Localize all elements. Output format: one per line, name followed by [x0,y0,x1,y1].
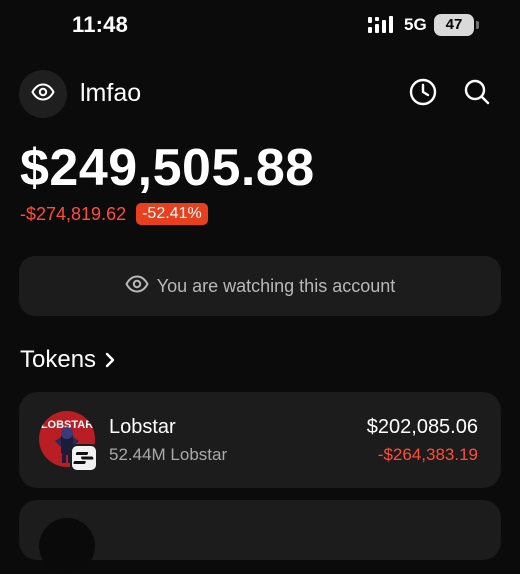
tokens-title: Tokens [20,346,97,373]
battery-icon: 47 [434,14,474,36]
token-change: -$264,383.19 [377,445,478,464]
eye-icon [31,80,55,109]
change-percent-badge: -52.41% [136,203,208,225]
chevron-right-icon [104,352,116,368]
cellular-signal-icon [368,15,396,35]
change-amount: -$274,819.62 [20,203,127,224]
battery-cap [476,21,479,29]
token-name: Lobstar [109,416,176,438]
battery-level: 47 [445,16,463,33]
solana-chain-icon [70,444,98,472]
watching-account-text: You are watching this account [156,275,396,296]
token-logo [39,518,95,574]
watch-toggle-button[interactable] [19,70,67,118]
eye-icon [125,272,149,301]
token-value: $202,085.06 [366,416,478,438]
watching-account-banner: You are watching this account [19,256,501,316]
token-row[interactable]: LOBSTAR Lobstar 52.44M Lobstar $202,085.… [19,392,501,488]
status-time: 11:48 [72,12,129,37]
portfolio-balance: $249,505.88 [20,139,315,197]
search-icon [463,78,491,111]
tokens-section-header[interactable]: Tokens [20,346,116,374]
clock-icon [408,77,438,112]
account-name[interactable]: lmfao [80,79,141,108]
token-row[interactable] [19,500,501,574]
account-header: lmfao [0,66,520,122]
history-button[interactable] [406,77,440,111]
network-type: 5G [404,15,427,34]
balance-change: -$274,819.62 -52.41% [20,202,208,226]
status-bar: 11:48 5G 47 [0,0,520,52]
search-button[interactable] [460,77,494,111]
token-amount: 52.44M Lobstar [109,445,228,464]
